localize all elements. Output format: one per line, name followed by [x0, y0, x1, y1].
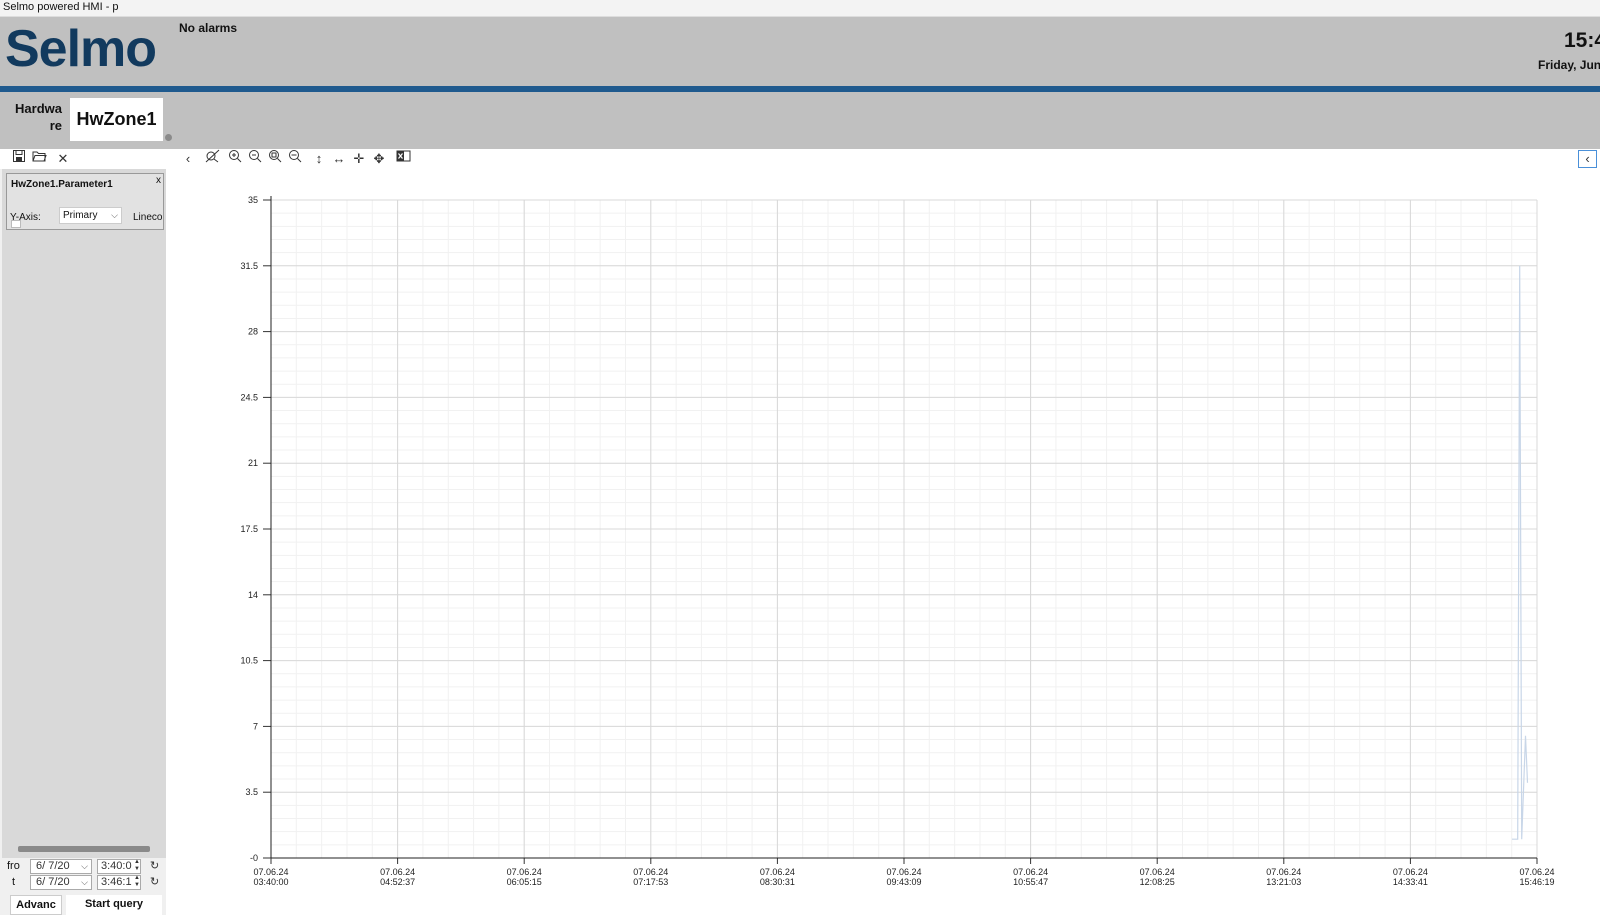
export-excel-icon[interactable] [394, 149, 412, 169]
move-icon[interactable]: ✛ [350, 149, 368, 169]
parameter-close-button[interactable]: x [156, 175, 161, 186]
to-label: t [12, 876, 16, 888]
x-tick-label-date: 07.06.24 [633, 867, 668, 877]
pan-all-icon[interactable]: ✥ [370, 149, 388, 169]
y-tick-label: 7 [253, 721, 258, 731]
to-date-value: 6/ 7/20 [36, 876, 70, 888]
start-query-button[interactable]: Start query [66, 895, 162, 915]
from-date-picker[interactable]: 6/ 7/20 ⌵ [30, 859, 92, 874]
x-tick-label-date: 07.06.24 [380, 867, 415, 877]
from-refresh-icon[interactable]: ↻ [150, 859, 159, 872]
x-tick-label-time: 06:05:15 [507, 877, 542, 887]
trend-toolbar: ✕ ‹ ↕ ↔ ✛ ✥ [0, 149, 1600, 169]
from-label: fro [7, 860, 20, 872]
from-date-value: 6/ 7/20 [36, 860, 70, 872]
clock-date: Friday, Jun [1538, 58, 1600, 72]
x-tick-label-date: 07.06.24 [886, 867, 921, 877]
y-tick-label: 21 [248, 458, 258, 468]
x-tick-label-time: 04:52:37 [380, 877, 415, 887]
sidebar-horizontal-scrollbar[interactable] [18, 846, 150, 852]
x-tick-label-time: 07:17:53 [633, 877, 668, 887]
x-tick-label-time: 13:21:03 [1266, 877, 1301, 887]
to-refresh-icon[interactable]: ↻ [150, 875, 159, 888]
horizontal-pan-icon[interactable]: ↔ [330, 149, 348, 169]
x-tick-label-date: 07.06.24 [1519, 867, 1554, 877]
x-tick-label-date: 07.06.24 [1393, 867, 1428, 877]
linecolor-label: Linecolo [133, 212, 163, 223]
x-tick-label-date: 07.06.24 [507, 867, 542, 877]
trend-chart[interactable]: 35 31.5 28 24.5 21 17.5 14 10.5 7 3.5 -0 07.06.24 03… [166, 169, 1600, 915]
y-tick-label: 35 [248, 195, 258, 205]
tab-hwzone1[interactable]: HwZone1 [70, 98, 163, 141]
parameter-sidebar: HwZone1.Parameter1 x Y-Axis: Primary ⌵ L… [2, 169, 166, 915]
y-tick-label: 14 [248, 590, 258, 600]
chevron-down-icon: ⌵ [81, 861, 88, 871]
reset-zoom-icon[interactable] [203, 149, 221, 169]
selmo-logo: Selmo [5, 20, 157, 78]
to-date-picker[interactable]: 6/ 7/20 ⌵ [30, 875, 92, 890]
advanced-button[interactable]: Advanc [10, 895, 62, 915]
zoom-in-icon[interactable] [226, 149, 244, 169]
x-tick-label-date: 07.06.24 [1140, 867, 1175, 877]
window-title: Selmo powered HMI - p [0, 0, 1600, 17]
time-query-panel: fro 6/ 7/20 ⌵ 3:40:0 ▲ ▼ ↻ t 6/ 7/20 ⌵ 3:… [2, 858, 166, 915]
x-tick-label-time: 14:33:41 [1393, 877, 1428, 887]
open-folder-icon[interactable] [30, 149, 48, 169]
zoom-fit-icon[interactable] [266, 149, 284, 169]
to-time-spinner[interactable]: ▲ ▼ [132, 875, 142, 890]
visibility-checkbox[interactable] [11, 220, 21, 228]
chevron-down-icon: ⌵ [81, 877, 88, 887]
parameter-card: HwZone1.Parameter1 x Y-Axis: Primary ⌵ L… [6, 173, 164, 230]
close-icon[interactable]: ✕ [54, 149, 72, 169]
tab-hardware[interactable]: Hardware [10, 100, 62, 134]
x-tick-label-time: 10:55:47 [1013, 877, 1048, 887]
parameter-name: HwZone1.Parameter1 [11, 179, 113, 190]
yaxis-select-value: Primary [63, 210, 98, 221]
yaxis-select[interactable]: Primary ⌵ [59, 207, 122, 224]
y-tick-label: 31.5 [240, 261, 258, 271]
save-icon[interactable] [10, 149, 28, 169]
x-tick-label-time: 12:08:25 [1140, 877, 1175, 887]
trend-chart-svg: 3531.52824.52117.51410.573.5-007.06.2403… [240, 195, 1554, 887]
zoom-out-alt-icon[interactable] [286, 149, 304, 169]
expand-panel-icon[interactable]: ‹ [1578, 150, 1597, 168]
y-tick-label: 17.5 [240, 524, 258, 534]
y-tick-label: -0 [250, 853, 258, 863]
x-tick-label-date: 07.06.24 [760, 867, 795, 877]
tab-indicator-dot [165, 134, 172, 141]
alarm-status[interactable]: No alarms [179, 21, 237, 35]
x-tick-label-date: 07.06.24 [253, 867, 288, 877]
y-tick-label: 24.5 [240, 392, 258, 402]
from-time-spinner[interactable]: ▲ ▼ [132, 859, 142, 874]
chevron-down-icon: ⌵ [111, 210, 118, 220]
y-tick-label: 3.5 [245, 787, 258, 797]
x-tick-label-time: 03:40:00 [253, 877, 288, 887]
collapse-left-icon[interactable]: ‹ [179, 149, 197, 169]
x-tick-label-date: 07.06.24 [1013, 867, 1048, 877]
x-tick-label-time: 15:46:19 [1519, 877, 1554, 887]
y-tick-label: 28 [248, 327, 258, 337]
app-header: Selmo No alarms 15:4 Friday, Jun [0, 17, 1600, 86]
tab-bar: Hardware HwZone1 [0, 92, 1600, 149]
vertical-pan-icon[interactable]: ↕ [310, 149, 328, 169]
x-tick-label-date: 07.06.24 [1266, 867, 1301, 877]
zoom-out-icon[interactable] [246, 149, 264, 169]
y-tick-label: 10.5 [240, 656, 258, 666]
x-tick-label-time: 09:43:09 [886, 877, 921, 887]
clock-time: 15:4 [1564, 29, 1600, 52]
x-tick-label-time: 08:30:31 [760, 877, 795, 887]
